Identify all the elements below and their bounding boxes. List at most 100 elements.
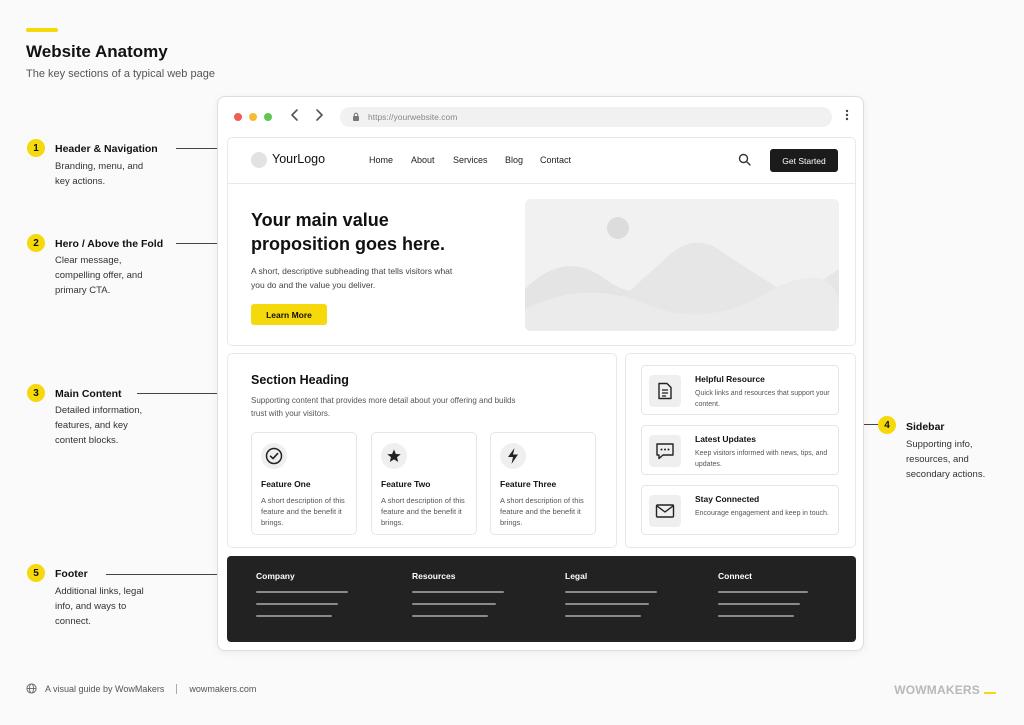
footer-link[interactable] <box>565 591 657 593</box>
annotation-connector-5 <box>106 574 220 575</box>
url-bar[interactable]: https://yourwebsite.com <box>340 107 832 127</box>
annotation-desc-1: Branding, menu, and key actions. <box>55 161 144 187</box>
annotation-title-1: Header & Navigation <box>55 143 158 155</box>
brand-text: WOWMAKERS <box>894 683 980 697</box>
globe-icon <box>26 683 37 694</box>
annotation-badge-5: 5 <box>27 564 45 582</box>
footer-link[interactable] <box>256 603 338 605</box>
annotation-desc-3: Detailed information, features, and key … <box>55 405 143 446</box>
feature-desc: A short description of this feature and … <box>500 496 584 527</box>
nav-item-services[interactable]: Services <box>453 155 488 165</box>
nav-item-contact[interactable]: Contact <box>540 155 571 165</box>
annotation-connector-1 <box>176 148 220 149</box>
section-subheading: Supporting content that provides more de… <box>251 396 516 418</box>
search-icon[interactable] <box>738 153 751 171</box>
sidebar-item-title: Latest Updates <box>695 434 756 444</box>
sidebar-item-desc: Encourage engagement and keep in touch. <box>695 510 829 517</box>
feature-card[interactable]: Feature Two A short description of this … <box>371 432 477 535</box>
footer-link[interactable] <box>718 603 800 605</box>
browser-chrome: https://yourwebsite.com <box>218 97 863 135</box>
hero-subtitle: A short, descriptive subheading that tel… <box>251 266 453 290</box>
footer-link[interactable] <box>412 603 496 605</box>
site-footer: Company Resources Legal Connect <box>227 556 856 642</box>
feature-title: Feature Two <box>381 479 431 489</box>
accent-bar <box>26 28 58 32</box>
footer-link[interactable] <box>412 591 504 593</box>
annotation-desc-5: Additional links, legal info, and ways t… <box>55 586 144 627</box>
feature-title: Feature One <box>261 479 311 489</box>
feature-card[interactable]: Feature One A short description of this … <box>251 432 357 535</box>
back-arrow-icon[interactable] <box>290 108 300 127</box>
footer-link[interactable] <box>718 615 794 617</box>
hero-section: Your main value proposition goes here. A… <box>227 184 856 346</box>
annotation-title-4: Sidebar <box>906 421 945 433</box>
star-icon <box>381 443 407 469</box>
annotation-connector-3 <box>137 393 220 394</box>
annotation-title-3: Main Content <box>55 388 122 400</box>
section-heading: Section Heading <box>251 373 349 387</box>
page-title: Website Anatomy <box>26 42 168 61</box>
credit-text: A visual guide by WowMakers <box>45 683 165 694</box>
nav-item-blog[interactable]: Blog <box>505 155 523 165</box>
sidebar-section: Helpful Resource Quick links and resourc… <box>625 353 856 548</box>
annotation-connector-2 <box>176 243 220 244</box>
feature-desc: A short description of this feature and … <box>381 496 465 527</box>
footer-heading: Connect <box>718 571 752 581</box>
footer-heading: Legal <box>565 571 588 581</box>
footer-column-legal: Legal <box>565 571 657 617</box>
annotation-desc-4: Supporting info, resources, and secondar… <box>906 439 986 480</box>
check-circle-icon <box>261 443 287 469</box>
footer-column-resources: Resources <box>412 571 504 617</box>
forward-arrow-icon[interactable] <box>314 108 324 127</box>
site-logo[interactable]: YourLogo <box>272 152 325 166</box>
sidebar-item-title: Stay Connected <box>695 494 760 504</box>
brand-underscore <box>984 692 996 694</box>
annotation-badge-2: 2 <box>27 234 45 252</box>
footer-link[interactable] <box>256 591 348 593</box>
mail-icon <box>649 495 681 527</box>
footer-heading: Company <box>256 571 295 581</box>
learn-more-button[interactable]: Learn More <box>251 304 327 325</box>
hero-title: Your main value proposition goes here. <box>251 210 446 254</box>
browser-window: https://yourwebsite.com YourLogo Home Ab… <box>217 96 864 651</box>
annotation-title-2: Hero / Above the Fold <box>55 238 164 250</box>
annotation-badge-1: 1 <box>27 139 45 157</box>
window-close-dot[interactable] <box>234 113 242 121</box>
footer-link[interactable] <box>565 615 641 617</box>
sidebar-item-desc: Keep visitors informed with news, tips, … <box>695 450 828 468</box>
lock-icon <box>352 108 360 126</box>
divider <box>176 683 178 694</box>
footer-link[interactable] <box>412 615 488 617</box>
site-link[interactable]: wowmakers.com <box>189 684 256 694</box>
window-minimize-dot[interactable] <box>249 113 257 121</box>
footer-column-connect: Connect <box>718 571 810 617</box>
annotation-title-5: Footer <box>55 568 88 580</box>
annotation-badge-3: 3 <box>27 384 45 402</box>
page-credit: A visual guide by WowMakers wowmakers.co… <box>26 683 256 694</box>
site-header: YourLogo Home About Services Blog Contac… <box>227 137 856 184</box>
logo-icon <box>251 152 267 168</box>
feature-title: Feature Three <box>500 479 557 489</box>
url-text: https://yourwebsite.com <box>368 112 458 122</box>
annotation-desc-2: Clear message, compelling offer, and pri… <box>55 255 143 296</box>
kebab-menu-icon[interactable] <box>845 109 849 121</box>
sidebar-item-title: Helpful Resource <box>695 374 765 384</box>
footer-link[interactable] <box>565 603 649 605</box>
footer-link[interactable] <box>256 615 332 617</box>
nav-item-home[interactable]: Home <box>369 155 393 165</box>
nav-item-about[interactable]: About <box>411 155 435 165</box>
sidebar-item-desc: Quick links and resources that support y… <box>695 390 830 408</box>
footer-link[interactable] <box>718 591 808 593</box>
sidebar-item-helpful-resource[interactable]: Helpful Resource Quick links and resourc… <box>641 365 839 415</box>
feature-desc: A short description of this feature and … <box>261 496 345 527</box>
feature-card[interactable]: Feature Three A short description of thi… <box>490 432 596 535</box>
document-icon <box>649 375 681 407</box>
main-content-section: Section Heading Supporting content that … <box>227 353 617 548</box>
hero-image-placeholder-icon <box>525 199 839 331</box>
footer-heading: Resources <box>412 571 456 581</box>
sidebar-item-stay-connected[interactable]: Stay Connected Encourage engagement and … <box>641 485 839 535</box>
chat-icon <box>649 435 681 467</box>
sidebar-item-latest-updates[interactable]: Latest Updates Keep visitors informed wi… <box>641 425 839 475</box>
window-maximize-dot[interactable] <box>264 113 272 121</box>
get-started-button[interactable]: Get Started <box>770 149 838 172</box>
